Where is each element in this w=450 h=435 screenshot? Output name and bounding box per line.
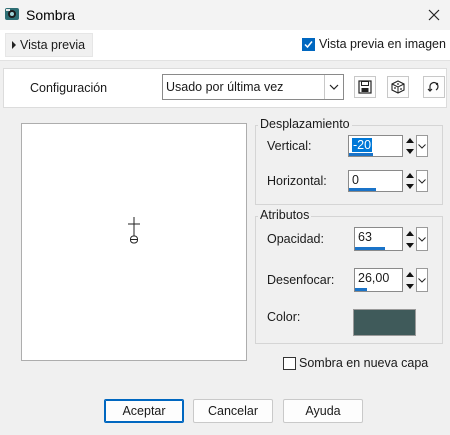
spin-up-icon[interactable] (404, 170, 416, 181)
preview-on-image-checkbox[interactable] (302, 38, 315, 51)
save-icon (358, 80, 372, 94)
opacity-value: 63 (358, 230, 372, 244)
horizontal-value: 0 (352, 173, 359, 187)
displacement-title: Desplazamiento (258, 117, 352, 131)
dice-icon (391, 80, 405, 94)
chevron-down-icon (324, 75, 343, 99)
window-title: Sombra (26, 7, 76, 23)
opacity-input[interactable]: 63 (354, 227, 403, 251)
vertical-input[interactable]: -20 (348, 135, 403, 157)
spin-down-icon[interactable] (404, 280, 416, 292)
blur-dropdown-button[interactable] (416, 268, 428, 292)
close-icon (428, 9, 440, 21)
horizontal-dropdown-button[interactable] (416, 170, 428, 192)
vertical-label: Vertical: (267, 139, 312, 153)
opacity-spinner[interactable] (404, 227, 416, 251)
chevron-down-icon (418, 277, 426, 283)
save-preset-button[interactable] (354, 76, 376, 98)
close-button[interactable] (418, 0, 450, 30)
spin-down-icon[interactable] (404, 181, 416, 192)
app-icon (4, 6, 20, 22)
preview-toggle-label: Vista previa (20, 38, 86, 52)
new-layer-label: Sombra en nueva capa (299, 356, 429, 370)
attributes-title: Atributos (258, 208, 312, 222)
spin-down-icon[interactable] (404, 239, 416, 251)
reset-icon (427, 82, 439, 92)
spin-up-icon[interactable] (404, 135, 416, 146)
opacity-dropdown-button[interactable] (416, 227, 428, 251)
spin-down-icon[interactable] (404, 146, 416, 157)
horizontal-input[interactable]: 0 (348, 170, 403, 192)
color-label: Color: (267, 310, 301, 324)
expand-arrow-icon (12, 41, 16, 49)
reset-preset-button[interactable] (423, 76, 445, 98)
vertical-dropdown-button[interactable] (416, 135, 428, 157)
crosshair-marker-icon (128, 217, 140, 244)
horizontal-label: Horizontal: (267, 174, 327, 188)
preview-canvas[interactable] (21, 123, 247, 361)
blur-label: Desenfocar: (267, 273, 335, 287)
chevron-down-icon (418, 236, 426, 242)
spin-up-icon[interactable] (404, 268, 416, 280)
check-icon (304, 41, 313, 49)
horizontal-slider-fill (349, 188, 376, 191)
help-button[interactable]: Ayuda (283, 399, 363, 423)
preset-select[interactable]: Usado por última vez (162, 74, 344, 100)
preview-on-image-label: Vista previa en imagen (319, 37, 446, 51)
random-preset-button[interactable] (387, 76, 409, 98)
opacity-slider-fill (355, 247, 385, 250)
ok-button[interactable]: Aceptar (104, 399, 184, 423)
cancel-button[interactable]: Cancelar (193, 399, 273, 423)
spin-up-icon[interactable] (404, 227, 416, 239)
blur-value: 26,00 (358, 271, 390, 285)
vertical-value: -20 (352, 138, 373, 152)
config-label: Configuración (30, 81, 108, 95)
horizontal-spinner[interactable] (404, 170, 416, 192)
shadow-color-swatch[interactable] (353, 309, 416, 336)
chevron-down-icon (418, 143, 426, 149)
opacity-label: Opacidad: (267, 232, 324, 246)
preview-toggle[interactable]: Vista previa (5, 33, 93, 57)
blur-spinner[interactable] (404, 268, 416, 292)
new-layer-checkbox[interactable] (283, 357, 296, 370)
vertical-slider-fill (349, 153, 373, 156)
vertical-spinner[interactable] (404, 135, 416, 157)
blur-slider-fill (355, 288, 368, 291)
chevron-down-icon (418, 178, 426, 184)
preset-select-value: Usado por última vez (166, 80, 284, 94)
blur-input[interactable]: 26,00 (354, 268, 403, 292)
